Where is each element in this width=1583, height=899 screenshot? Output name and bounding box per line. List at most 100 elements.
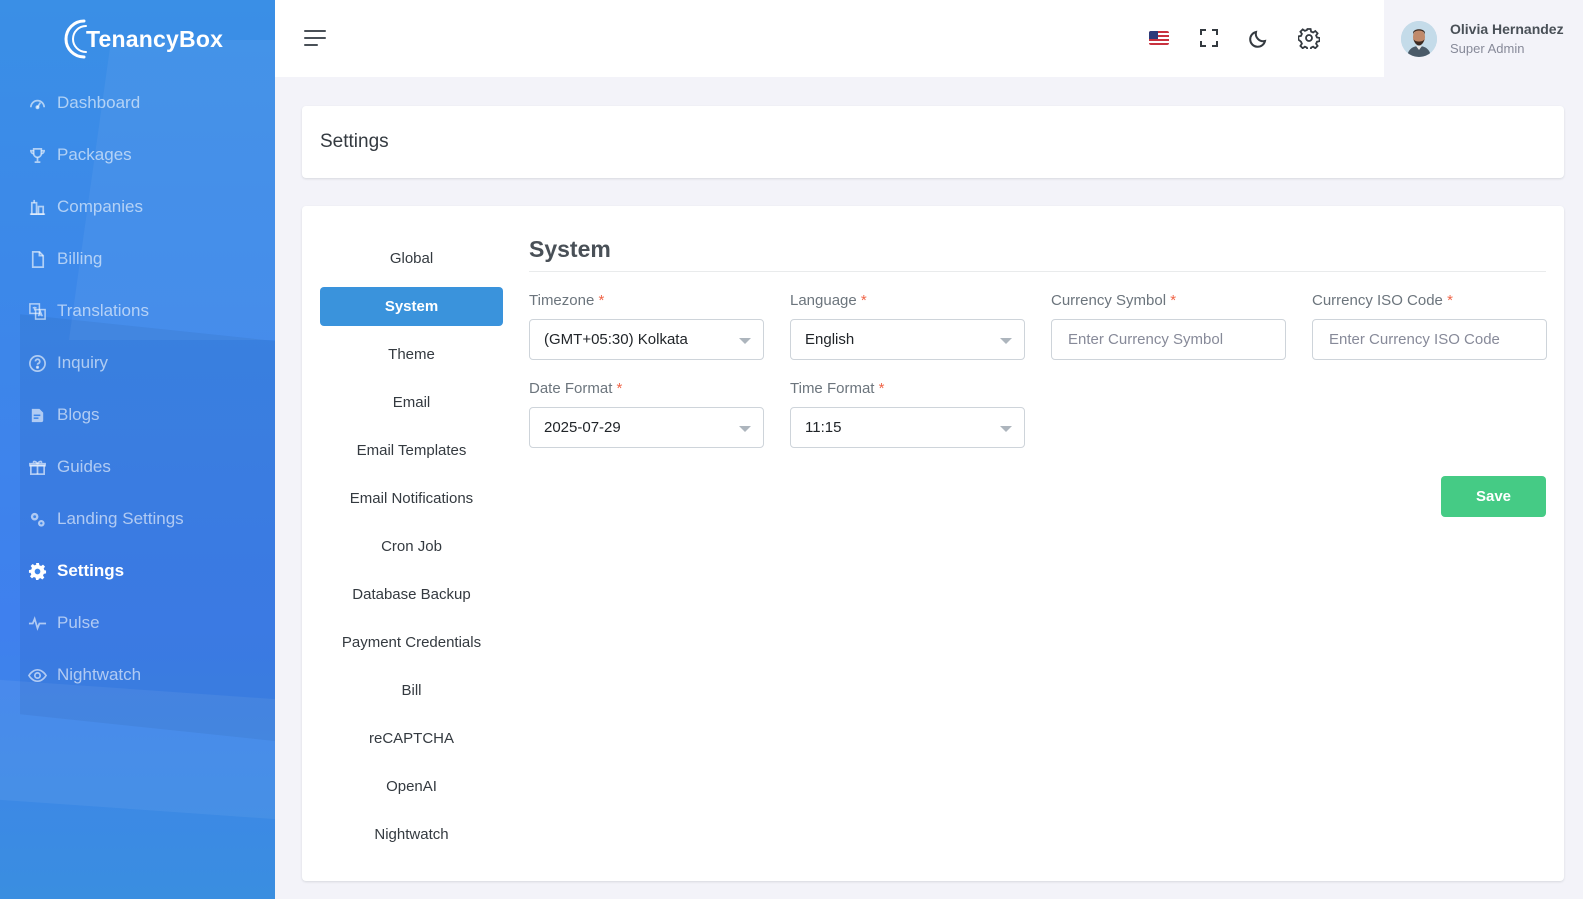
required-mark: * <box>1447 292 1453 309</box>
settings-tab-openai[interactable]: OpenAI <box>320 767 503 806</box>
logo-icon <box>60 16 100 62</box>
sidebar-item-guides[interactable]: Guides <box>0 441 275 493</box>
gear-icon <box>27 561 47 581</box>
settings-tab-database-backup[interactable]: Database Backup <box>320 575 503 614</box>
language-label: Language * <box>790 292 867 309</box>
currency-symbol-field: Currency Symbol * <box>1051 292 1286 360</box>
required-mark: * <box>878 380 885 397</box>
date-format-select[interactable]: 2025-07-29 <box>529 407 764 448</box>
time-format-label: Time Format * <box>790 380 885 397</box>
timezone-label: Timezone * <box>529 292 605 309</box>
currency-iso-input[interactable] <box>1312 319 1547 360</box>
file-icon <box>27 249 47 269</box>
sidebar-item-label: Translations <box>57 301 149 320</box>
trophy-icon <box>27 145 47 165</box>
required-mark: * <box>598 292 605 309</box>
time-format-value: 11:15 <box>805 419 842 436</box>
sidebar-item-label: Guides <box>57 457 111 476</box>
sidebar-item-label: Landing Settings <box>57 509 184 528</box>
time-format-select[interactable]: 11:15 <box>790 407 1025 448</box>
user-profile-menu[interactable]: Olivia Hernandez Super Admin <box>1384 0 1583 77</box>
caret-down-icon <box>739 426 751 432</box>
gears-icon <box>27 509 47 529</box>
sidebar-item-inquiry[interactable]: Inquiry <box>0 337 275 389</box>
sidebar-item-label: Blogs <box>57 405 100 424</box>
blog-icon <box>27 405 47 425</box>
settings-tab-theme[interactable]: Theme <box>320 335 503 374</box>
required-mark: * <box>1170 292 1177 309</box>
sidebar-item-label: Packages <box>57 145 132 164</box>
dashboard-icon <box>27 93 47 113</box>
timezone-value: (GMT+05:30) Kolkata <box>544 331 688 348</box>
sidebar-nav: Dashboard Packages Companies Billing Tra… <box>0 77 275 701</box>
currency-symbol-label: Currency Symbol * <box>1051 292 1177 309</box>
form-title: System <box>529 236 1546 272</box>
settings-gear-icon[interactable] <box>1295 24 1323 52</box>
user-name: Olivia Hernandez <box>1450 21 1564 37</box>
sidebar-item-label: Inquiry <box>57 353 109 372</box>
sidebar: TenancyBox Dashboard Packages Companies … <box>0 0 275 899</box>
sidebar-item-companies[interactable]: Companies <box>0 181 275 233</box>
avatar <box>1401 20 1437 57</box>
timezone-select[interactable]: (GMT+05:30) Kolkata <box>529 319 764 360</box>
required-mark: * <box>860 292 867 309</box>
sidebar-item-packages[interactable]: Packages <box>0 129 275 181</box>
settings-tab-payment-credentials[interactable]: Payment Credentials <box>320 623 503 662</box>
sidebar-item-landing-settings[interactable]: Landing Settings <box>0 493 275 545</box>
settings-tab-recaptcha[interactable]: reCAPTCHA <box>320 719 503 758</box>
sidebar-item-label: Dashboard <box>57 93 141 112</box>
settings-tab-cron-job[interactable]: Cron Job <box>320 527 503 566</box>
sidebar-item-label: Pulse <box>57 613 100 632</box>
save-button[interactable]: Save <box>1441 476 1546 517</box>
time-format-field: Time Format * 11:15 <box>790 380 1025 448</box>
fullscreen-icon[interactable] <box>1195 24 1223 52</box>
timezone-field: Timezone * (GMT+05:30) Kolkata <box>529 292 764 360</box>
gift-icon <box>27 457 47 477</box>
sidebar-item-label: Companies <box>57 197 143 216</box>
sidebar-item-blogs[interactable]: Blogs <box>0 389 275 441</box>
settings-tab-bill[interactable]: Bill <box>320 671 503 710</box>
currency-iso-label: Currency ISO Code * <box>1312 292 1453 309</box>
moon-icon[interactable] <box>1245 24 1273 52</box>
sidebar-item-pulse[interactable]: Pulse <box>0 597 275 649</box>
translate-icon <box>27 301 47 321</box>
settings-tab-email[interactable]: Email <box>320 383 503 422</box>
sidebar-item-label: Billing <box>57 249 103 268</box>
settings-tab-global[interactable]: Global <box>320 239 503 278</box>
pulse-icon <box>27 613 47 633</box>
caret-down-icon <box>1000 338 1012 344</box>
menu-toggle-icon[interactable] <box>304 26 330 50</box>
eye-icon <box>27 665 47 685</box>
required-mark: * <box>616 380 623 397</box>
sidebar-item-dashboard[interactable]: Dashboard <box>0 77 275 129</box>
brand-logo[interactable]: TenancyBox <box>60 14 223 64</box>
page-title: Settings <box>320 131 389 152</box>
settings-tab-nightwatch[interactable]: Nightwatch <box>320 815 503 854</box>
currency-iso-field: Currency ISO Code * <box>1312 292 1547 360</box>
sidebar-item-translations[interactable]: Translations <box>0 285 275 337</box>
sidebar-item-label: Nightwatch <box>57 665 142 684</box>
caret-down-icon <box>739 338 751 344</box>
settings-tab-email-notifications[interactable]: Email Notifications <box>320 479 503 518</box>
language-value: English <box>805 331 855 348</box>
system-settings-form: System Timezone * (GMT+05:30) Kolkata La… <box>529 236 1547 517</box>
top-header: Olivia Hernandez Super Admin <box>275 0 1583 77</box>
settings-tab-email-templates[interactable]: Email Templates <box>320 431 503 470</box>
page-title-card: Settings <box>302 106 1564 178</box>
question-icon <box>27 353 47 373</box>
us-flag-icon[interactable] <box>1145 24 1173 52</box>
currency-symbol-input[interactable] <box>1051 319 1286 360</box>
buildings-icon <box>27 197 47 217</box>
user-role: Super Admin <box>1450 41 1525 56</box>
caret-down-icon <box>1000 426 1012 432</box>
settings-tab-system[interactable]: System <box>320 287 503 326</box>
brand-name: TenancyBox <box>86 25 224 52</box>
sidebar-item-billing[interactable]: Billing <box>0 233 275 285</box>
sidebar-item-settings[interactable]: Settings <box>0 545 275 597</box>
language-field: Language * English <box>790 292 1025 360</box>
date-format-label: Date Format * <box>529 380 623 397</box>
date-format-field: Date Format * 2025-07-29 <box>529 380 764 448</box>
settings-card: Global System Theme Email Email Template… <box>302 206 1564 881</box>
sidebar-item-nightwatch[interactable]: Nightwatch <box>0 649 275 701</box>
language-select[interactable]: English <box>790 319 1025 360</box>
